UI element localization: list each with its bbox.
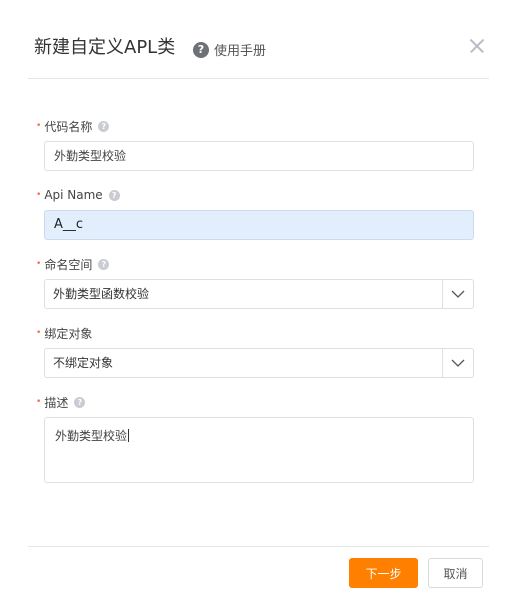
help-circle-icon: ? xyxy=(193,41,209,58)
required-mark: • xyxy=(36,121,42,131)
bind-object-label: 绑定对象 xyxy=(44,326,93,341)
required-mark: • xyxy=(36,328,42,338)
dialog-header: 新建自定义APL类 ? 使用手册 xyxy=(28,36,489,79)
code-name-label-row: • 代码名称 ? xyxy=(36,118,110,134)
chevron-down-icon xyxy=(451,290,465,298)
required-mark: • xyxy=(36,190,42,200)
namespace-label-row: • 命名空间 ? xyxy=(36,256,110,272)
code-name-help-icon[interactable]: ? xyxy=(98,120,110,132)
user-manual-link[interactable]: ? 使用手册 xyxy=(193,40,266,59)
code-name-label: 代码名称 xyxy=(44,119,93,134)
api-name-label: Api Name xyxy=(44,188,103,202)
namespace-help-icon[interactable]: ? xyxy=(98,258,110,270)
dialog-title: 新建自定义APL类 xyxy=(34,37,176,58)
chevron-down-icon xyxy=(451,359,465,367)
required-mark: • xyxy=(36,259,42,269)
required-mark: • xyxy=(36,397,42,407)
description-text: 外勤类型校验 xyxy=(55,429,128,443)
api-name-label-row: • Api Name ? xyxy=(36,187,120,203)
code-name-input[interactable]: 外勤类型校验 xyxy=(44,141,474,171)
api-name-input[interactable]: A__c xyxy=(44,210,474,240)
api-name-help-icon[interactable]: ? xyxy=(108,189,120,201)
namespace-select[interactable]: 外勤类型函数校验 xyxy=(44,279,474,309)
bind-object-select[interactable]: 不绑定对象 xyxy=(44,348,474,378)
close-icon[interactable] xyxy=(465,34,489,58)
user-manual-label: 使用手册 xyxy=(214,44,267,59)
bind-object-selected-value: 不绑定对象 xyxy=(53,356,114,370)
namespace-selected-value: 外勤类型函数校验 xyxy=(53,287,150,301)
description-label-row: • 描述 ? xyxy=(36,394,86,410)
description-textarea[interactable]: 外勤类型校验 xyxy=(44,417,474,483)
bind-object-dropdown-toggle[interactable] xyxy=(442,349,473,377)
description-help-icon[interactable]: ? xyxy=(74,396,86,408)
namespace-label: 命名空间 xyxy=(44,257,93,272)
footer-divider xyxy=(28,546,489,547)
cancel-button[interactable]: 取消 xyxy=(428,558,483,588)
namespace-dropdown-toggle[interactable] xyxy=(442,280,473,308)
new-apl-class-dialog: 新建自定义APL类 ? 使用手册 • 代码名称 ? 外勤类型校验 • Api N… xyxy=(0,0,517,607)
description-label: 描述 xyxy=(44,395,69,410)
text-cursor xyxy=(128,429,130,442)
next-step-button[interactable]: 下一步 xyxy=(349,558,418,588)
bind-object-label-row: • 绑定对象 xyxy=(36,325,92,341)
